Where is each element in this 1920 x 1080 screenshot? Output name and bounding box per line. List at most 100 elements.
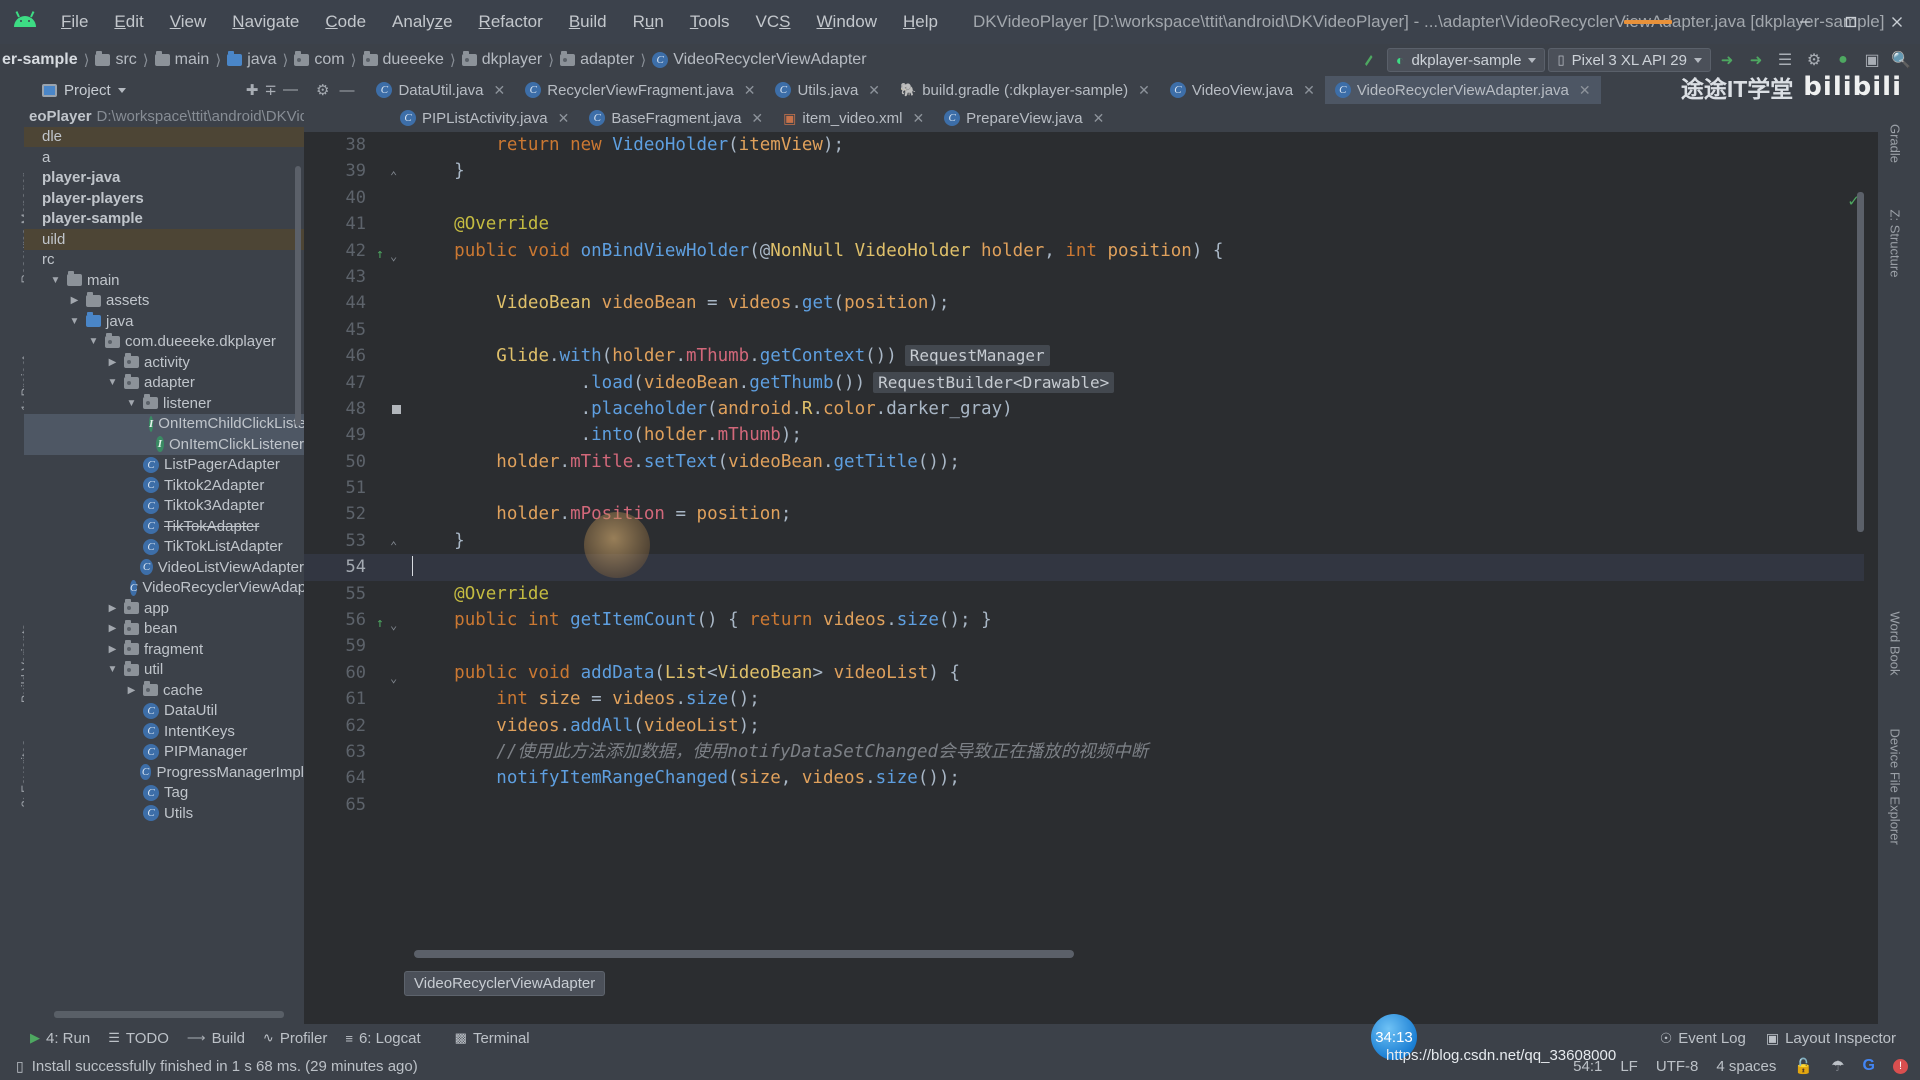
menu-item-navigate[interactable]: Navigate bbox=[219, 9, 312, 35]
breadcrumb-item-module[interactable]: er-sample bbox=[0, 51, 80, 69]
indent-setting[interactable]: 4 spaces bbox=[1716, 1058, 1776, 1075]
tree-item-intentkeys[interactable]: C IntentKeys bbox=[24, 721, 304, 742]
line-number[interactable]: 39 bbox=[304, 158, 366, 184]
project-tree-hscrollbar[interactable] bbox=[54, 1011, 284, 1018]
tree-item-eoplayer[interactable]: eoPlayer D:\workspace\ttit\android\DKVid… bbox=[24, 106, 304, 127]
line-number[interactable]: 55 bbox=[304, 581, 366, 607]
code-text[interactable]: VideoBean videoBean = videos.get(positio… bbox=[412, 290, 949, 316]
line-number[interactable]: 65 bbox=[304, 792, 366, 818]
code-line[interactable]: 56 public int getItemCount() { return vi… bbox=[304, 607, 1878, 633]
menu-item-analyze[interactable]: Analyze bbox=[379, 9, 466, 35]
tree-item-adapter[interactable]: ▼ adapter bbox=[24, 373, 304, 394]
code-line[interactable]: 42 public void onBindViewHolder(@NonNull… bbox=[304, 238, 1878, 264]
collapse-all-icon[interactable]: ∓ bbox=[264, 81, 277, 99]
code-text[interactable]: .load(videoBean.getThumb()) RequestBuilde… bbox=[412, 370, 1115, 396]
line-number[interactable]: 51 bbox=[304, 475, 366, 501]
tool-button-gradle[interactable]: Gradle bbox=[1888, 89, 1903, 199]
tab-close-icon[interactable]: ✕ bbox=[1303, 82, 1315, 99]
line-number[interactable]: 47 bbox=[304, 370, 366, 396]
minimize-button[interactable] bbox=[1782, 0, 1828, 44]
tool-button-word-book[interactable]: Word Book bbox=[1888, 589, 1903, 699]
tree-expand-arrow[interactable]: ▶ bbox=[106, 644, 119, 655]
run-button[interactable]: ➜ bbox=[1714, 48, 1740, 72]
code-text[interactable]: @Override bbox=[412, 581, 549, 607]
maximize-button[interactable] bbox=[1828, 0, 1874, 44]
debug-button[interactable]: ➜ bbox=[1743, 48, 1769, 72]
tree-expand-arrow[interactable]: ▶ bbox=[106, 603, 119, 614]
tree-expand-arrow[interactable]: ▶ bbox=[106, 623, 119, 634]
breadcrumb-item-dueeeke[interactable]: dueeeke bbox=[361, 51, 446, 69]
breadcrumb-item-java[interactable]: java bbox=[225, 51, 278, 69]
tree-item-cache[interactable]: ▶ cache bbox=[24, 680, 304, 701]
editor-tab-prepareview-java[interactable]: C PrepareView.java ✕ bbox=[934, 104, 1114, 132]
line-number[interactable]: 56 bbox=[304, 607, 366, 633]
tree-item-videolistviewadapter[interactable]: C VideoListViewAdapter bbox=[24, 557, 304, 578]
code-line[interactable]: 45 bbox=[304, 317, 1878, 343]
breadcrumb-item-class[interactable]: C VideoRecyclerViewAdapter bbox=[650, 51, 868, 69]
editor-tab-recyclerviewfragment-java[interactable]: C RecyclerViewFragment.java ✕ bbox=[515, 76, 765, 104]
layout-inspector-icon[interactable]: ▣ bbox=[1859, 48, 1885, 72]
line-number[interactable]: 50 bbox=[304, 449, 366, 475]
menu-item-view[interactable]: View bbox=[157, 9, 220, 35]
breadcrumb-item-com[interactable]: com bbox=[292, 51, 346, 69]
tree-item-tiktok2adapter[interactable]: C Tiktok2Adapter bbox=[24, 475, 304, 496]
tree-item-dle[interactable]: dle bbox=[24, 126, 304, 147]
code-line[interactable]: 38 return new VideoHolder(itemView); bbox=[304, 132, 1878, 158]
code-line[interactable]: 44 VideoBean videoBean = videos.get(posi… bbox=[304, 290, 1878, 316]
code-line[interactable]: 47 .load(videoBean.getThumb()) RequestBui… bbox=[304, 370, 1878, 396]
bookmark-marker[interactable] bbox=[392, 404, 401, 414]
code-text[interactable]: } bbox=[412, 158, 465, 184]
line-number[interactable]: 62 bbox=[304, 713, 366, 739]
tree-item-a[interactable]: a bbox=[24, 147, 304, 168]
code-editor[interactable]: 38 return new VideoHolder(itemView); 39 }… bbox=[304, 132, 1878, 1024]
code-line[interactable]: 41 @Override bbox=[304, 211, 1878, 237]
line-number[interactable]: 49 bbox=[304, 422, 366, 448]
code-line[interactable]: 40 bbox=[304, 185, 1878, 211]
menu-item-code[interactable]: Code bbox=[312, 9, 379, 35]
tree-collapse-arrow[interactable]: ▼ bbox=[106, 664, 119, 675]
code-text[interactable]: public void addData(List<VideoBean> vide… bbox=[412, 660, 960, 686]
code-line[interactable]: 48 .placeholder(android.R.color.darker_g… bbox=[304, 396, 1878, 422]
menu-item-vcs[interactable]: VCS bbox=[743, 9, 804, 35]
tree-item-player-java[interactable]: player-java bbox=[24, 168, 304, 189]
tree-item-utils[interactable]: C Utils bbox=[24, 803, 304, 824]
tree-item-util[interactable]: ▼ util bbox=[24, 660, 304, 681]
tool-button-structure[interactable]: Z: Structure bbox=[1888, 189, 1903, 299]
tree-item-tiktok3adapter[interactable]: C Tiktok3Adapter bbox=[24, 496, 304, 517]
inspection-ok-icon[interactable]: ✓ bbox=[1847, 192, 1860, 210]
editor-tab-datautil-java[interactable]: C DataUtil.java ✕ bbox=[366, 76, 515, 104]
tree-collapse-arrow[interactable]: ▼ bbox=[125, 398, 138, 409]
line-number[interactable]: 61 bbox=[304, 686, 366, 712]
code-text[interactable]: holder.mPosition = position; bbox=[412, 501, 791, 527]
tab-close-icon[interactable]: ✕ bbox=[494, 82, 506, 99]
tree-item-java[interactable]: ▼ java bbox=[24, 311, 304, 332]
line-separator[interactable]: LF bbox=[1620, 1058, 1638, 1075]
editor-tab-utils-java[interactable]: C Utils.java ✕ bbox=[765, 76, 890, 104]
line-number[interactable]: 54 bbox=[304, 554, 366, 580]
code-line[interactable]: 63 //使用此方法添加数据，使用notifyDataSetChanged会导致… bbox=[304, 739, 1878, 765]
tree-expand-arrow[interactable]: ▶ bbox=[68, 295, 81, 306]
code-text[interactable]: .into(holder.mThumb); bbox=[412, 422, 802, 448]
code-line[interactable]: 49 .into(holder.mThumb); bbox=[304, 422, 1878, 448]
menu-item-build[interactable]: Build bbox=[556, 9, 620, 35]
line-number[interactable]: 40 bbox=[304, 185, 366, 211]
hide-editor-icon[interactable]: — bbox=[339, 82, 354, 99]
tool-window-layout-inspector[interactable]: ▣ Layout Inspector bbox=[1766, 1030, 1896, 1047]
tab-close-icon[interactable]: ✕ bbox=[558, 110, 570, 127]
tree-item-player-players[interactable]: player-players bbox=[24, 188, 304, 209]
tool-window-run[interactable]: ▶ 4: Run bbox=[30, 1030, 90, 1047]
tree-item-progressmanagerimpl[interactable]: C ProgressManagerImpl bbox=[24, 762, 304, 783]
tool-window-logcat[interactable]: ≡ 6: Logcat bbox=[345, 1030, 420, 1047]
editor-tab-videorecyclerviewadapter-java[interactable]: C VideoRecyclerViewAdapter.java ✕ bbox=[1324, 76, 1601, 104]
line-number[interactable]: 46 bbox=[304, 343, 366, 369]
code-line[interactable]: 54 bbox=[304, 554, 1878, 581]
line-number[interactable]: 44 bbox=[304, 290, 366, 316]
menu-item-tools[interactable]: Tools bbox=[677, 9, 743, 35]
close-button[interactable] bbox=[1874, 0, 1920, 44]
code-text[interactable]: public void onBindViewHolder(@NonNull Vi… bbox=[412, 238, 1223, 264]
code-line[interactable]: 55 @Override bbox=[304, 581, 1878, 607]
menu-item-refactor[interactable]: Refactor bbox=[466, 9, 556, 35]
tree-item-app[interactable]: ▶ app bbox=[24, 598, 304, 619]
code-text[interactable]: } bbox=[412, 528, 465, 554]
code-line[interactable]: 64 notifyItemRangeChanged(size, videos.s… bbox=[304, 765, 1878, 791]
